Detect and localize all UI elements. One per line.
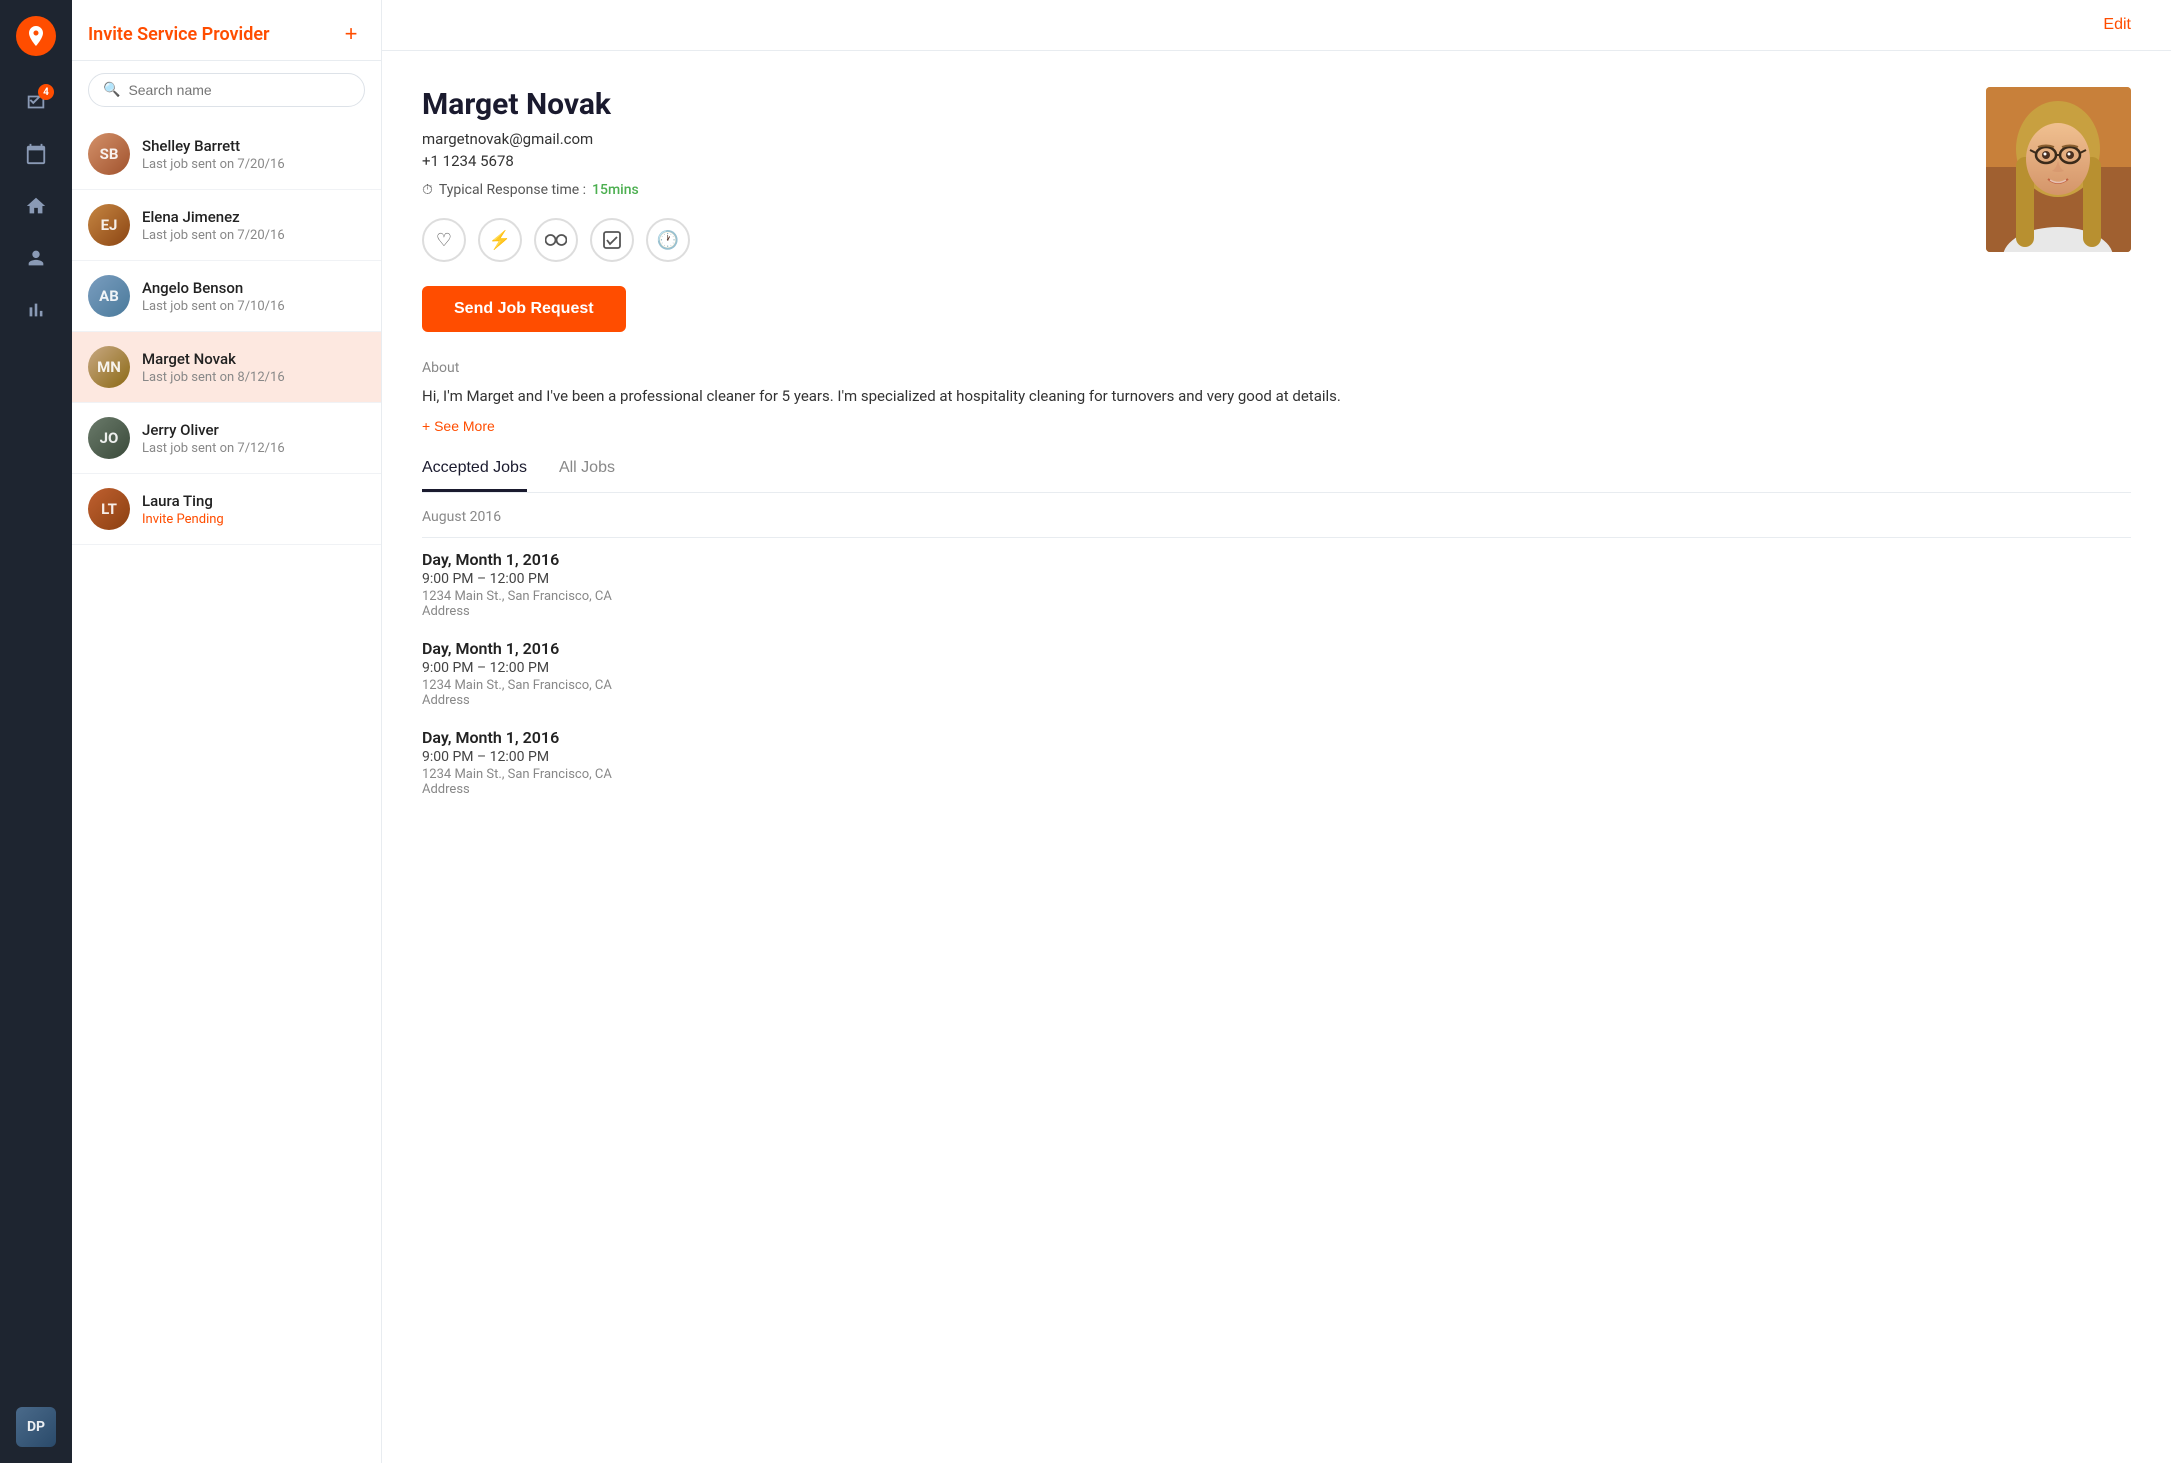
nav-calendar-icon[interactable] [14, 132, 58, 176]
search-wrapper: 🔍 [72, 61, 381, 119]
provider-avatar-laura: LT [88, 488, 130, 530]
job-time-1: 9:00 PM – 12:00 PM [422, 571, 2131, 587]
provider-item-laura[interactable]: LT Laura Ting Invite Pending [72, 474, 381, 545]
provider-list: SB Shelley Barrett Last job sent on 7/20… [72, 119, 381, 1463]
clock-icon: ⏱ [422, 182, 433, 198]
job-address-1: 1234 Main St., San Francisco, CA [422, 589, 2131, 604]
provider-info-elena: Elena Jimenez Last job sent on 7/20/16 [142, 208, 365, 243]
provider-info-jerry: Jerry Oliver Last job sent on 7/12/16 [142, 421, 365, 456]
provider-item-jerry[interactable]: JO Jerry Oliver Last job sent on 7/12/16 [72, 403, 381, 474]
profile-info: Marget Novak margetnovak@gmail.com +1 12… [422, 87, 1946, 360]
heart-icon-button[interactable]: ♡ [422, 218, 466, 262]
provider-avatar-jerry: JO [88, 417, 130, 459]
job-date-2: Day, Month 1, 2016 [422, 639, 2131, 658]
job-date-1: Day, Month 1, 2016 [422, 550, 2131, 569]
main-header: Edit [382, 0, 2171, 51]
about-text: Hi, I'm Marget and I've been a professio… [422, 384, 2131, 408]
provider-avatar-elena: EJ [88, 204, 130, 246]
search-container: 🔍 [88, 73, 365, 107]
bolt-icon-button[interactable]: ⚡ [478, 218, 522, 262]
job-address2-3: Address [422, 782, 2131, 797]
main-content: Edit Marget Novak margetnovak@gmail.com … [382, 0, 2171, 1463]
job-address-2: 1234 Main St., San Francisco, CA [422, 678, 2131, 693]
sidebar-nav: 4 DP [0, 0, 72, 1463]
job-address2-2: Address [422, 693, 2131, 708]
profile-email: margetnovak@gmail.com [422, 130, 1946, 148]
provider-sub-jerry: Last job sent on 7/12/16 [142, 441, 365, 456]
provider-item-shelley[interactable]: SB Shelley Barrett Last job sent on 7/20… [72, 119, 381, 190]
search-icon: 🔍 [103, 82, 120, 98]
tab-accepted-jobs[interactable]: Accepted Jobs [422, 459, 527, 492]
nav-chart-icon[interactable] [14, 288, 58, 332]
see-more-button[interactable]: + See More [422, 418, 495, 434]
provider-item-marget[interactable]: MN Marget Novak Last job sent on 8/12/16 [72, 332, 381, 403]
edit-button[interactable]: Edit [2103, 16, 2131, 34]
glasses-icon-button[interactable] [534, 218, 578, 262]
about-label: About [422, 360, 2131, 376]
provider-name-jerry: Jerry Oliver [142, 421, 365, 439]
job-item-2: Day, Month 1, 2016 9:00 PM – 12:00 PM 12… [422, 639, 2131, 708]
provider-sub-laura: Invite Pending [142, 512, 365, 527]
job-time-2: 9:00 PM – 12:00 PM [422, 660, 2131, 676]
tasks-badge: 4 [38, 84, 54, 100]
provider-name-shelley: Shelley Barrett [142, 137, 365, 155]
job-item-1: Day, Month 1, 2016 9:00 PM – 12:00 PM 12… [422, 550, 2131, 619]
provider-name-marget: Marget Novak [142, 350, 365, 368]
job-item-3: Day, Month 1, 2016 9:00 PM – 12:00 PM 12… [422, 728, 2131, 797]
send-job-request-button[interactable]: Send Job Request [422, 286, 626, 332]
profile-name: Marget Novak [422, 87, 1946, 122]
provider-info-angelo: Angelo Benson Last job sent on 7/10/16 [142, 279, 365, 314]
clock-icon-button[interactable]: 🕐 [646, 218, 690, 262]
job-address-3: 1234 Main St., San Francisco, CA [422, 767, 2131, 782]
jobs-divider [422, 537, 2131, 538]
response-value: 15mins [592, 182, 639, 198]
job-address2-1: Address [422, 604, 2131, 619]
provider-info-shelley: Shelley Barrett Last job sent on 7/20/16 [142, 137, 365, 172]
month-label: August 2016 [422, 509, 2131, 525]
response-label: Typical Response time : [439, 182, 586, 198]
provider-item-angelo[interactable]: AB Angelo Benson Last job sent on 7/10/1… [72, 261, 381, 332]
tabs-header: Accepted Jobs All Jobs [422, 459, 2131, 493]
job-date-3: Day, Month 1, 2016 [422, 728, 2131, 747]
provider-avatar-angelo: AB [88, 275, 130, 317]
add-provider-button[interactable]: + [337, 20, 365, 48]
app-logo[interactable] [16, 16, 56, 56]
search-input[interactable] [128, 82, 350, 98]
provider-sub-marget: Last job sent on 8/12/16 [142, 370, 365, 385]
provider-info-laura: Laura Ting Invite Pending [142, 492, 365, 527]
jobs-list: August 2016 Day, Month 1, 2016 9:00 PM –… [382, 493, 2171, 833]
action-icons: ♡ ⚡ 🕐 [422, 218, 1946, 262]
profile-section: Marget Novak margetnovak@gmail.com +1 12… [382, 51, 2171, 360]
panel-header: Invite Service Provider + [72, 0, 381, 61]
provider-sub-angelo: Last job sent on 7/10/16 [142, 299, 365, 314]
provider-sub-elena: Last job sent on 7/20/16 [142, 228, 365, 243]
provider-name-laura: Laura Ting [142, 492, 365, 510]
provider-sub-shelley: Last job sent on 7/20/16 [142, 157, 365, 172]
provider-name-elena: Elena Jimenez [142, 208, 365, 226]
nav-person-icon[interactable] [14, 236, 58, 280]
profile-photo [1986, 87, 2131, 252]
provider-avatar-shelley: SB [88, 133, 130, 175]
tabs-section: Accepted Jobs All Jobs [382, 435, 2171, 493]
job-time-3: 9:00 PM – 12:00 PM [422, 749, 2131, 765]
response-time: ⏱ Typical Response time : 15mins [422, 182, 1946, 198]
tab-all-jobs[interactable]: All Jobs [559, 459, 615, 492]
provider-item-elena[interactable]: EJ Elena Jimenez Last job sent on 7/20/1… [72, 190, 381, 261]
checkbox-icon-button[interactable] [590, 218, 634, 262]
nav-tasks-icon[interactable]: 4 [14, 80, 58, 124]
provider-list-panel: Invite Service Provider + 🔍 SB Shelley B… [72, 0, 382, 1463]
about-section: About Hi, I'm Marget and I've been a pro… [382, 360, 2171, 435]
provider-avatar-marget: MN [88, 346, 130, 388]
profile-phone: +1 1234 5678 [422, 152, 1946, 170]
provider-name-angelo: Angelo Benson [142, 279, 365, 297]
nav-home-icon[interactable] [14, 184, 58, 228]
panel-title: Invite Service Provider [88, 24, 270, 45]
user-avatar[interactable]: DP [16, 1407, 56, 1447]
provider-info-marget: Marget Novak Last job sent on 8/12/16 [142, 350, 365, 385]
